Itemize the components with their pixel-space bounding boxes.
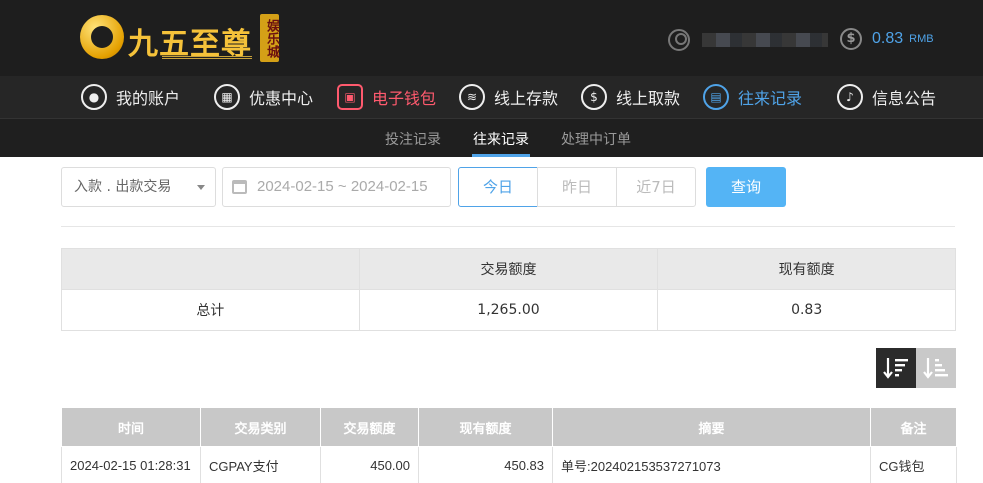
nav-my-account[interactable]: ● 我的账户: [81, 83, 180, 111]
nav-label: 线上取款: [616, 89, 681, 108]
col-header-remark[interactable]: 备注: [870, 407, 957, 447]
summary-total-amount: 1,265.00: [358, 289, 659, 331]
logo-emblem-icon: [80, 15, 124, 59]
cell-balance: 450.83: [418, 446, 553, 483]
summary-total-row: 总计 1,265.00 0.83: [61, 289, 956, 331]
date-range-value: 2024-02-15 ~ 2024-02-15: [257, 178, 428, 195]
cell-remark: CG钱包: [870, 446, 957, 483]
balance-value: 0.83: [872, 30, 904, 47]
subtab-transaction-records[interactable]: 往来记录: [473, 129, 529, 149]
active-tab-indicator: [472, 154, 530, 157]
table-row: 2024-02-15 01:28:31 CGPAY支付 450.00 450.8…: [61, 446, 957, 483]
dollar-coin-icon: $: [840, 28, 862, 50]
nav-label: 电子钱包: [372, 89, 437, 108]
brand-badge: 娱乐城: [260, 14, 279, 62]
user-icon: ●: [81, 84, 107, 110]
sub-nav: 投注记录 往来记录 处理中订单: [0, 118, 983, 157]
sort-descending-icon: [883, 358, 908, 379]
caret-down-icon: [197, 185, 205, 190]
cell-type: CGPAY支付: [200, 446, 321, 483]
summary-total-label: 总计: [61, 289, 360, 331]
col-header-type[interactable]: 交易类别: [200, 407, 321, 447]
nav-e-wallet[interactable]: ▣ 电子钱包: [337, 83, 436, 111]
divider: [61, 226, 955, 227]
nav-online-withdraw[interactable]: $ 线上取款: [581, 83, 680, 111]
calendar-icon: [232, 180, 247, 194]
username-redacted: [702, 33, 828, 47]
yesterday-button[interactable]: 昨日: [537, 167, 617, 207]
subtab-bet-records[interactable]: 投注记录: [385, 129, 441, 149]
brand-logo[interactable]: 九五至尊 娱乐城: [80, 11, 280, 67]
col-header-amount[interactable]: 交易额度: [320, 407, 419, 447]
col-header-time[interactable]: 时间: [61, 407, 201, 447]
gift-icon: ▦: [214, 84, 240, 110]
wallet-icon: ▣: [337, 84, 363, 110]
subtab-pending-orders[interactable]: 处理中订单: [561, 129, 631, 149]
sort-descending-button[interactable]: [876, 348, 916, 388]
sort-ascending-button[interactable]: [916, 348, 956, 388]
summary-header-amount: 交易额度: [358, 248, 659, 290]
logo-ornament: [162, 56, 252, 59]
nav-label: 优惠中心: [249, 89, 314, 108]
col-header-summary[interactable]: 摘要: [552, 407, 871, 447]
last-7-days-button[interactable]: 近7日: [616, 167, 696, 207]
nav-label: 信息公告: [872, 89, 937, 108]
cell-amount: 450.00: [320, 446, 419, 483]
date-range-input[interactable]: 2024-02-15 ~ 2024-02-15: [222, 167, 451, 207]
main-nav: ● 我的账户 ▦ 优惠中心 ▣ 电子钱包 ≋ 线上存款 $ 线上取款 ▤ 往来记…: [0, 76, 983, 118]
transaction-type-value: 入款 . 出款交易: [74, 179, 172, 195]
deposit-icon: ≋: [459, 84, 485, 110]
summary-header-blank: [61, 248, 360, 290]
cell-summary: 单号:202402153537271073: [552, 446, 871, 483]
col-header-balance[interactable]: 现有额度: [418, 407, 553, 447]
records-table: 时间 交易类别 交易额度 现有额度 摘要 备注 2024-02-15 01:28…: [61, 407, 957, 483]
summary-header-row: 交易额度 现有额度: [61, 248, 956, 290]
nav-label: 往来记录: [738, 89, 803, 108]
balance-display: $ 0.83 RMB: [840, 28, 934, 50]
summary-header-balance: 现有额度: [657, 248, 956, 290]
records-icon: ▤: [703, 84, 729, 110]
user-info[interactable]: [668, 28, 828, 52]
today-button[interactable]: 今日: [458, 167, 538, 207]
nav-label: 我的账户: [116, 89, 181, 108]
query-button[interactable]: 查询: [706, 167, 786, 207]
withdraw-icon: $: [581, 84, 607, 110]
user-icon: [668, 29, 690, 51]
nav-online-deposit[interactable]: ≋ 线上存款: [459, 83, 558, 111]
nav-label: 线上存款: [494, 89, 559, 108]
records-header-row: 时间 交易类别 交易额度 现有额度 摘要 备注: [61, 407, 957, 447]
balance-unit: RMB: [909, 33, 934, 45]
transaction-type-select[interactable]: 入款 . 出款交易: [61, 167, 216, 207]
top-bar: 九五至尊 娱乐城 $ 0.83 RMB: [0, 0, 983, 76]
bell-icon: ♪: [837, 84, 863, 110]
nav-promotions[interactable]: ▦ 优惠中心: [214, 83, 313, 111]
summary-table: 交易额度 现有额度 总计 1,265.00 0.83: [61, 248, 956, 331]
summary-total-balance: 0.83: [657, 289, 956, 331]
nav-transaction-records[interactable]: ▤ 往来记录: [703, 83, 802, 111]
nav-announcements[interactable]: ♪ 信息公告: [837, 83, 936, 111]
sort-ascending-icon: [923, 358, 948, 379]
cell-time: 2024-02-15 01:28:31: [61, 446, 201, 483]
